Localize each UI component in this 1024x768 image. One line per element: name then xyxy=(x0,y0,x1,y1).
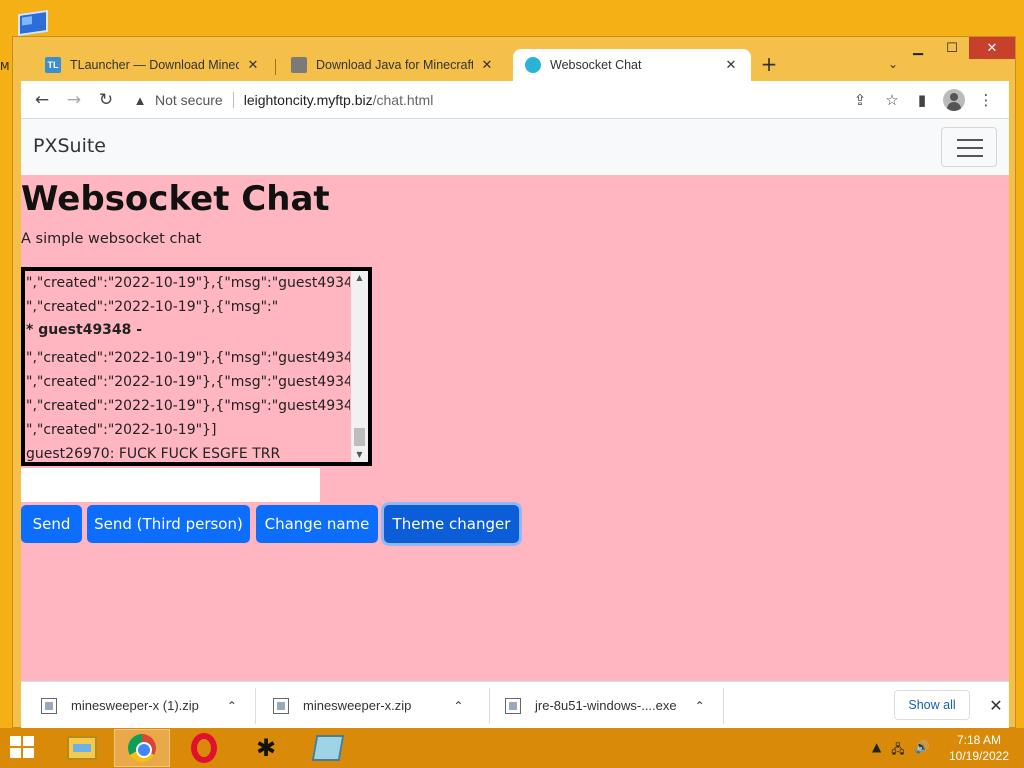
download-item[interactable]: minesweeper-x (1).zip ⌃ xyxy=(41,682,255,729)
scroll-down-icon[interactable]: ▼ xyxy=(351,448,368,462)
warning-triangle-icon[interactable]: ▲ xyxy=(131,93,149,108)
reload-button[interactable]: ↻ xyxy=(93,87,119,113)
back-button[interactable]: ← xyxy=(29,87,55,113)
chat-scrollbar[interactable]: ▲ ▼ xyxy=(351,271,368,462)
send-button[interactable]: Send xyxy=(21,505,82,543)
hamburger-menu-button[interactable] xyxy=(941,127,997,167)
chat-line: ","created":"2022-10-19"}] xyxy=(26,422,217,438)
tab-websocket-chat[interactable]: Websocket Chat ✕ xyxy=(513,49,751,81)
share-icon[interactable]: ⇪ xyxy=(849,89,871,111)
message-input[interactable] xyxy=(21,468,320,502)
change-name-button[interactable]: Change name xyxy=(256,505,378,543)
page-title: Websocket Chat xyxy=(21,179,330,219)
site-navbar: PXSuite xyxy=(21,119,1009,175)
url-host[interactable]: leightoncity.myftp.biz xyxy=(244,92,373,108)
security-label[interactable]: Not secure xyxy=(155,92,223,108)
tab-search-chevron-icon[interactable]: ⌄ xyxy=(885,57,901,73)
system-tray: ▲ 🖧 🔊 xyxy=(872,740,930,761)
chevron-up-icon[interactable]: ⌃ xyxy=(695,699,705,713)
system-clock[interactable]: 7:18 AM 10/19/2022 xyxy=(944,732,1014,764)
chat-line: ","created":"2022-10-19"},{"msg":"guest4… xyxy=(26,374,350,390)
download-separator xyxy=(723,688,724,724)
websocket-favicon-icon xyxy=(525,57,541,73)
notepad-icon xyxy=(311,735,345,761)
chat-line: ","created":"2022-10-19"},{"msg":"guest4… xyxy=(26,275,350,291)
side-panel-icon[interactable]: ▮ xyxy=(911,89,933,111)
taskbar: ✱ ▲ 🖧 🔊 7:18 AM 10/19/2022 xyxy=(0,728,1024,768)
folder-icon xyxy=(67,736,97,760)
chat-line: guest26970: FUCK FUCK ESGFE TRR xyxy=(26,446,281,462)
send-third-person-button[interactable]: Send (Third person) xyxy=(87,505,250,543)
volume-icon[interactable]: 🔊 xyxy=(915,740,930,761)
scrollbar-thumb[interactable] xyxy=(354,428,365,446)
bug-app-taskbar-button[interactable]: ✱ xyxy=(238,729,294,767)
tab-close-icon[interactable]: ✕ xyxy=(245,57,261,73)
file-explorer-taskbar-button[interactable] xyxy=(54,729,110,767)
bookmark-star-icon[interactable]: ☆ xyxy=(881,89,903,111)
tool-app-taskbar-button[interactable] xyxy=(300,729,356,767)
downloads-bar: minesweeper-x (1).zip ⌃ minesweeper-x.zi… xyxy=(21,681,1009,728)
new-tab-button[interactable]: + xyxy=(759,54,779,75)
network-icon[interactable]: 🖧 xyxy=(891,740,904,761)
tab-title: TLauncher — Download Minecraft xyxy=(70,58,239,72)
opera-icon xyxy=(191,733,217,763)
chat-messages: ","created":"2022-10-19"},{"msg":"guest4… xyxy=(26,271,350,462)
clock-time: 7:18 AM xyxy=(956,733,1002,747)
browser-menu-icon[interactable]: ⋮ xyxy=(975,89,997,111)
tab-title: Download Java for Minecraft (Re xyxy=(316,58,473,72)
tab-title: Websocket Chat xyxy=(550,58,642,72)
clock-date: 10/19/2022 xyxy=(948,749,1010,763)
show-all-downloads-button[interactable]: Show all xyxy=(894,690,970,720)
chat-line: ","created":"2022-10-19"},{"msg":" xyxy=(26,299,279,315)
chrome-taskbar-button[interactable] xyxy=(114,729,170,767)
tab-java[interactable]: Download Java for Minecraft (Re ✕ xyxy=(279,49,507,81)
omnibox-divider xyxy=(232,92,234,108)
web-page: PXSuite Websocket Chat A simple websocke… xyxy=(21,119,1009,681)
opera-taskbar-button[interactable] xyxy=(176,729,232,767)
page-subtitle: A simple websocket chat xyxy=(21,231,202,247)
tlauncher-favicon-icon: TL xyxy=(45,57,61,73)
tab-strip: TL TLauncher — Download Minecraft ✕ Down… xyxy=(21,47,1009,81)
tab-tlauncher[interactable]: TL TLauncher — Download Minecraft ✕ xyxy=(33,49,273,81)
download-separator xyxy=(255,688,256,724)
download-item[interactable]: jre-8u51-windows-....exe ⌃ xyxy=(505,682,725,729)
scroll-up-icon[interactable]: ▲ xyxy=(351,271,368,285)
java-cube-favicon-icon xyxy=(291,57,307,73)
chevron-up-icon[interactable]: ⌃ xyxy=(227,699,237,713)
forward-button[interactable]: → xyxy=(61,87,87,113)
zip-file-icon xyxy=(273,697,289,714)
browser-toolbar: ← → ↻ ▲ Not secure leightoncity.myftp.bi… xyxy=(21,81,1009,119)
show-hidden-icons-icon[interactable]: ▲ xyxy=(872,740,881,761)
chat-line: * guest49348 - xyxy=(26,322,143,338)
download-filename: minesweeper-x (1).zip xyxy=(71,698,199,713)
chat-line: ","created":"2022-10-19"},{"msg":"guest4… xyxy=(26,398,350,414)
chat-line: ","created":"2022-10-19"},{"msg":"guest4… xyxy=(26,350,350,366)
zip-file-icon xyxy=(41,697,57,714)
chevron-up-icon[interactable]: ⌃ xyxy=(453,699,463,713)
theme-changer-button[interactable]: Theme changer xyxy=(384,505,519,543)
address-bar[interactable]: ▲ Not secure leightoncity.myftp.biz /cha… xyxy=(131,85,901,115)
chat-log[interactable]: ","created":"2022-10-19"},{"msg":"guest4… xyxy=(21,267,372,466)
profile-avatar[interactable] xyxy=(943,89,965,111)
close-downloads-icon[interactable]: ✕ xyxy=(987,696,1005,715)
computer-desktop-icon[interactable] xyxy=(14,8,58,38)
navbar-brand[interactable]: PXSuite xyxy=(33,135,106,157)
desktop-edge-label: M xyxy=(0,60,10,73)
download-filename: jre-8u51-windows-....exe xyxy=(535,698,677,713)
java-installer-file-icon xyxy=(505,697,521,714)
url-path[interactable]: /chat.html xyxy=(373,92,434,108)
windows-start-button[interactable] xyxy=(10,736,36,760)
tab-separator xyxy=(275,59,276,75)
chrome-icon xyxy=(128,734,156,762)
bug-icon: ✱ xyxy=(255,734,277,762)
download-separator xyxy=(489,688,490,724)
tab-close-icon[interactable]: ✕ xyxy=(723,57,739,73)
tab-close-icon[interactable]: ✕ xyxy=(479,57,495,73)
browser-window: ▁ ☐ ✕ TL TLauncher — Download Minecraft … xyxy=(12,36,1016,728)
download-item[interactable]: minesweeper-x.zip ⌃ xyxy=(273,682,487,729)
download-filename: minesweeper-x.zip xyxy=(303,698,412,713)
